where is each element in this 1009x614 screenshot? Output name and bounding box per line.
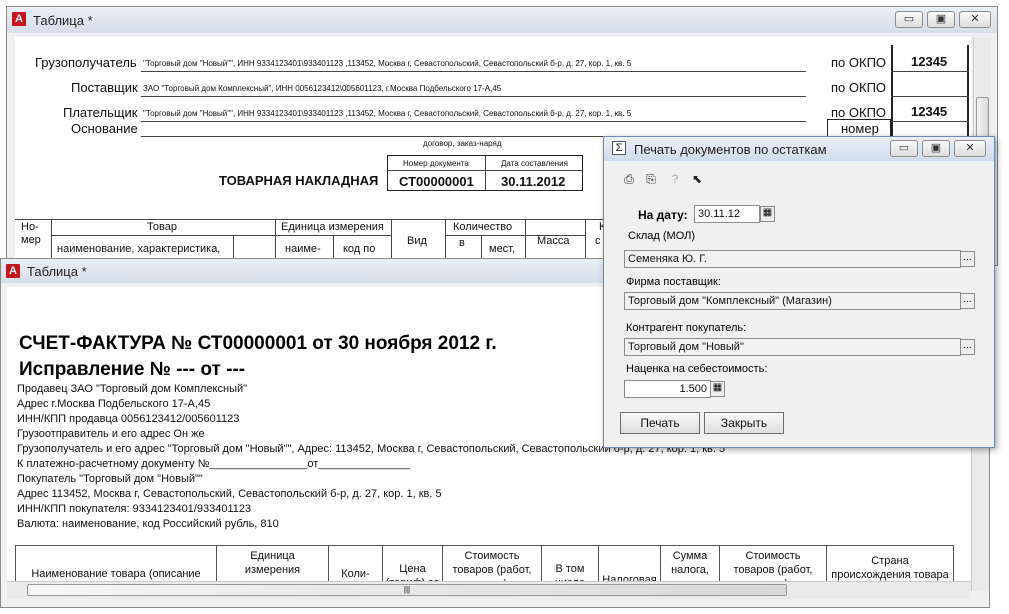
modified-mark: * bbox=[81, 264, 87, 279]
shipper-line: Грузоотправитель и его адрес Он же bbox=[17, 428, 205, 440]
markup-label: Наценка на себестоимость: bbox=[626, 363, 768, 375]
date-label: На дату: bbox=[638, 208, 688, 222]
correction-title: Исправление № --- от --- bbox=[19, 359, 246, 380]
dialog-titlebar[interactable]: Σ Печать документов по остаткам ▭ ▣ ✕ bbox=[604, 137, 994, 161]
minimize-icon: ▭ bbox=[898, 142, 910, 154]
col-unit-code: код по bbox=[343, 243, 376, 255]
col-num-header: Но- мер bbox=[21, 221, 41, 246]
okpo-label-3: по ОКПО bbox=[831, 105, 887, 120]
modified-mark: * bbox=[87, 13, 93, 28]
invoice-horizontal-scrollbar[interactable]: ||| bbox=[7, 581, 971, 599]
close-button[interactable]: ✕ bbox=[959, 11, 991, 28]
dialog-restore-button[interactable]: ▣ bbox=[922, 140, 950, 157]
minimize-icon: ▭ bbox=[903, 13, 915, 25]
invoice-hscroll-thumb[interactable]: ||| bbox=[27, 584, 787, 596]
payer-label: Плательщик bbox=[63, 105, 138, 120]
warehouse-input[interactable]: Семеняка Ю. Г. bbox=[624, 250, 961, 268]
buyer-address-line: Адрес 113452, Москва г, Севастопольский,… bbox=[17, 488, 442, 500]
supplier-label: Поставщик bbox=[71, 80, 138, 95]
buyer-select-button[interactable]: ... bbox=[960, 339, 975, 355]
payer-value: "Торговый дом "Новый"", ИНН 9334123401\9… bbox=[143, 109, 632, 118]
buyer-input[interactable]: Торговый дом "Новый" bbox=[624, 338, 961, 356]
help-icon[interactable]: ? bbox=[666, 171, 684, 187]
warehouse-label: Склад (МОЛ) bbox=[628, 230, 696, 242]
supplier-label: Фирма поставщик: bbox=[626, 276, 721, 288]
lock-print-icon[interactable]: ⎙ bbox=[620, 171, 638, 187]
number-label: номер bbox=[841, 121, 879, 136]
okpo-value-3: 12345 bbox=[911, 104, 948, 119]
warehouse-select-button[interactable]: ... bbox=[960, 251, 975, 267]
col-st: с bbox=[595, 235, 601, 247]
col-qty-places: мест, bbox=[489, 243, 516, 255]
calendar-icon[interactable]: ▦ bbox=[760, 206, 775, 222]
dialog-title: Печать документов по остаткам bbox=[634, 142, 827, 157]
consignee-label: Грузополучатель bbox=[35, 55, 137, 70]
seller-address-line: Адрес г.Москва Подбельского 17-А,45 bbox=[17, 398, 211, 410]
lock-save-icon[interactable]: ⎘ bbox=[642, 171, 660, 187]
print-button[interactable]: Печать bbox=[620, 412, 700, 434]
col-goods-sub: наименование, характеристика, bbox=[57, 243, 221, 255]
restore-icon: ▣ bbox=[935, 13, 947, 25]
minimize-button[interactable]: ▭ bbox=[895, 11, 923, 28]
back-scroll-thumb[interactable] bbox=[976, 97, 989, 137]
dialog-minimize-button[interactable]: ▭ bbox=[890, 140, 918, 157]
waybill-title: ТОВАРНАЯ НАКЛАДНАЯ bbox=[219, 173, 379, 188]
pdf-app-icon: A bbox=[6, 264, 20, 278]
invoice-title: СЧЕТ-ФАКТУРА № СТ00000001 от 30 ноября 2… bbox=[19, 333, 497, 354]
pdf-app-icon: A bbox=[12, 12, 26, 26]
buyer-label: Контрагент покупатель: bbox=[626, 322, 747, 334]
calculator-icon[interactable]: ▦ bbox=[710, 381, 725, 397]
okpo-label-2: по ОКПО bbox=[831, 80, 887, 95]
restore-icon: ▣ bbox=[930, 142, 942, 154]
col-unit-name: наиме- bbox=[285, 243, 321, 255]
restore-button[interactable]: ▣ bbox=[927, 11, 955, 28]
basis-label: Основание bbox=[71, 121, 138, 136]
payment-doc-line: К платежно-расчетному документу №_______… bbox=[17, 458, 411, 470]
close-dialog-button[interactable]: Закрыть bbox=[704, 412, 784, 434]
back-window-titlebar[interactable]: A Таблица * ▭ ▣ ✕ bbox=[7, 7, 997, 33]
buyer-inn-line: ИНН/КПП покупателя: 9334123401/933401123 bbox=[17, 503, 252, 515]
sigma-icon: Σ bbox=[612, 141, 626, 155]
seller-inn-line: ИНН/КПП продавца 0056123412/005601123 bbox=[17, 413, 240, 425]
print-dialog: Σ Печать документов по остаткам ▭ ▣ ✕ ⎙ … bbox=[603, 136, 995, 448]
col-qty-header: Количество bbox=[453, 221, 513, 233]
col-unit-header: Единица измерения bbox=[281, 221, 384, 233]
col-qty-in: в bbox=[459, 237, 465, 249]
consignee-value: "Торговый дом "Новый"", ИНН 9334123401\9… bbox=[143, 59, 632, 68]
pointer-help-icon[interactable]: ⬉ bbox=[688, 171, 706, 187]
grip-icon: ||| bbox=[403, 585, 411, 594]
date-value: 30.11.2012 bbox=[501, 174, 566, 189]
supplier-input[interactable]: Торговый дом "Комплексный" (Магазин) bbox=[624, 292, 961, 310]
dialog-close-button[interactable]: ✕ bbox=[954, 140, 986, 157]
markup-input[interactable]: 1.500 bbox=[624, 380, 711, 398]
date-input[interactable]: 30.11.12 bbox=[694, 205, 760, 223]
docnum-header: Номер документа bbox=[403, 159, 469, 168]
buyer-line: Покупатель "Торговый дом "Новый"" bbox=[17, 473, 203, 485]
close-icon: ✕ bbox=[965, 142, 975, 154]
back-window-title: Таблица bbox=[33, 13, 84, 28]
seller-line: Продавец ЗАО "Торговый дом Комплексный" bbox=[17, 383, 248, 395]
contract-caption: договор, заказ-наряд bbox=[423, 139, 502, 148]
supplier-select-button[interactable]: ... bbox=[960, 293, 975, 309]
currency-line: Валюта: наименование, код Российский руб… bbox=[17, 518, 279, 530]
invoice-window-title: Таблица bbox=[27, 264, 78, 279]
date-header: Дата составления bbox=[501, 159, 568, 168]
close-icon: ✕ bbox=[970, 13, 980, 25]
col-pack-kind: Вид bbox=[407, 235, 427, 247]
docnum-value: СТ00000001 bbox=[399, 174, 474, 189]
col-goods-header: Товар bbox=[147, 221, 177, 233]
okpo-value-1: 12345 bbox=[911, 54, 948, 69]
okpo-label-1: по ОКПО bbox=[831, 55, 887, 70]
col-gross: Масса bbox=[537, 235, 570, 247]
supplier-value: ЗАО "Торговый дом Комплексный", ИНН 0056… bbox=[143, 84, 502, 93]
